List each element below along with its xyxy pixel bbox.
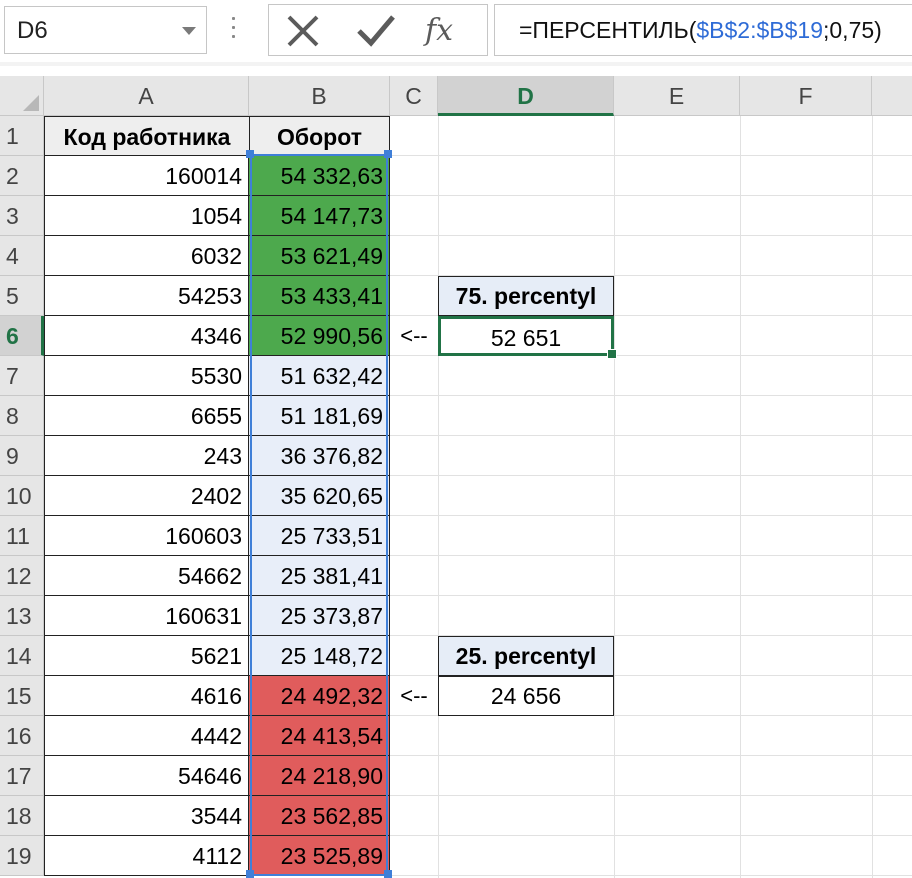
turnover-cell[interactable]: 25 733,51 xyxy=(249,516,390,556)
employee-code-cell[interactable]: 3544 xyxy=(44,796,249,836)
confirm-button[interactable] xyxy=(349,9,405,53)
row-header-14[interactable]: 14 xyxy=(0,636,44,676)
employee-code-cell[interactable]: 160631 xyxy=(44,596,249,636)
turnover-cell[interactable]: 53 433,41 xyxy=(249,276,390,316)
row-header-10[interactable]: 10 xyxy=(0,476,44,516)
p75-label-cell[interactable]: 75. percentyl xyxy=(438,276,614,316)
formula-buttons: fx xyxy=(268,4,488,56)
employee-code-cell[interactable]: 6655 xyxy=(44,396,249,436)
row-header-15[interactable]: 15 xyxy=(0,676,44,716)
turnover-cell[interactable]: 52 990,56 xyxy=(249,316,390,356)
row-header-6[interactable]: 6 xyxy=(0,316,44,356)
arrow-label: <-- xyxy=(400,323,428,348)
employee-code-cell[interactable]: 160603 xyxy=(44,516,249,556)
employee-code-cell[interactable]: 5621 xyxy=(44,636,249,676)
employee-code-cell[interactable]: 54646 xyxy=(44,756,249,796)
row-header-17[interactable]: 17 xyxy=(0,756,44,796)
turnover-cell[interactable]: 24 218,90 xyxy=(249,756,390,796)
range-resize-handle[interactable] xyxy=(246,150,254,158)
turnover-cell[interactable]: 54 332,63 xyxy=(249,156,390,196)
row-header-13[interactable]: 13 xyxy=(0,596,44,636)
column-header-f[interactable]: F xyxy=(740,76,872,116)
range-resize-handle[interactable] xyxy=(246,870,254,878)
employee-code-cell[interactable]: 54662 xyxy=(44,556,249,596)
turnover-cell[interactable]: 51 632,42 xyxy=(249,356,390,396)
formula-range-ref: $B$2:$B$19 xyxy=(696,17,823,43)
gridline xyxy=(614,116,615,878)
p25-value-cell[interactable]: 24 656 xyxy=(438,676,614,716)
turnover-cell[interactable]: 53 621,49 xyxy=(249,236,390,276)
turnover-cell[interactable]: 25 381,41 xyxy=(249,556,390,596)
drag-handle-icon[interactable] xyxy=(230,17,236,43)
gridline xyxy=(740,116,741,878)
turnover-cell[interactable]: 24 413,54 xyxy=(249,716,390,756)
employee-code-cell[interactable]: 4442 xyxy=(44,716,249,756)
fill-handle[interactable] xyxy=(607,349,617,359)
row-header-16[interactable]: 16 xyxy=(0,716,44,756)
row-header-3[interactable]: 3 xyxy=(0,196,44,236)
employee-code-cell[interactable]: 1054 xyxy=(44,196,249,236)
header-cell-employee-code[interactable]: Код работника xyxy=(44,116,250,156)
employee-code-cell[interactable]: 2402 xyxy=(44,476,249,516)
formula-bar-divider xyxy=(0,62,912,66)
employee-code-cell[interactable]: 160014 xyxy=(44,156,249,196)
row-header-5[interactable]: 5 xyxy=(0,276,44,316)
column-header-e[interactable]: E xyxy=(614,76,740,116)
turnover-cell[interactable]: 51 181,69 xyxy=(249,396,390,436)
chevron-down-icon[interactable] xyxy=(182,27,196,35)
column-header-g[interactable] xyxy=(872,76,912,116)
gridline xyxy=(438,116,439,878)
employee-code-cell[interactable]: 54253 xyxy=(44,276,249,316)
row-header-12[interactable]: 12 xyxy=(0,556,44,596)
row-header-19[interactable]: 19 xyxy=(0,836,44,876)
column-header-b[interactable]: B xyxy=(249,76,390,116)
name-box[interactable]: D6 xyxy=(4,6,207,54)
range-resize-handle[interactable] xyxy=(384,150,392,158)
header-cell-turnover[interactable]: Оборот xyxy=(249,116,390,156)
turnover-cell[interactable]: 23 525,89 xyxy=(249,836,390,876)
gridline xyxy=(872,116,873,878)
column-header-d[interactable]: D xyxy=(438,76,614,116)
turnover-cell[interactable]: 35 620,65 xyxy=(249,476,390,516)
arrow-label: <-- xyxy=(400,683,428,708)
employee-code-cell[interactable]: 4616 xyxy=(44,676,249,716)
turnover-cell[interactable]: 23 562,85 xyxy=(249,796,390,836)
row-header-8[interactable]: 8 xyxy=(0,396,44,436)
formula-prefix: =ПЕРСЕНТИЛЬ( xyxy=(519,17,697,43)
checkmark-icon xyxy=(357,15,395,47)
row-header-1[interactable]: 1 xyxy=(0,116,44,156)
employee-code-cell[interactable]: 243 xyxy=(44,436,249,476)
turnover-cell[interactable]: 36 376,82 xyxy=(249,436,390,476)
employee-code-cell[interactable]: 6032 xyxy=(44,236,249,276)
employee-code-cell[interactable]: 4112 xyxy=(44,836,249,876)
row-header-4[interactable]: 4 xyxy=(0,236,44,276)
employee-code-cell[interactable]: 5530 xyxy=(44,356,249,396)
select-all-corner[interactable] xyxy=(0,76,44,116)
cancel-button[interactable] xyxy=(277,9,333,53)
p75-value-cell[interactable]: 52 651 xyxy=(438,316,614,356)
row-header-9[interactable]: 9 xyxy=(0,436,44,476)
name-box-value: D6 xyxy=(17,17,48,44)
p25-label-cell[interactable]: 25. percentyl xyxy=(438,636,614,676)
turnover-cell[interactable]: 24 492,32 xyxy=(249,676,390,716)
turnover-cell[interactable]: 25 373,87 xyxy=(249,596,390,636)
range-resize-handle[interactable] xyxy=(384,870,392,878)
select-all-icon xyxy=(23,95,39,111)
fx-icon: fx xyxy=(425,13,454,48)
formula-text: =ПЕРСЕНТИЛЬ($B$2:$B$19;0,75) xyxy=(519,17,882,44)
row-header-11[interactable]: 11 xyxy=(0,516,44,556)
row-header-7[interactable]: 7 xyxy=(0,356,44,396)
close-x-icon xyxy=(287,15,319,47)
insert-function-button[interactable]: fx xyxy=(419,9,475,53)
formula-bar-area: D6 fx =ПЕРСЕНТИЛЬ($B$2:$B$19;0,75) xyxy=(0,0,912,66)
column-header-a[interactable]: A xyxy=(44,76,249,116)
turnover-cell[interactable]: 54 147,73 xyxy=(249,196,390,236)
formula-suffix: ;0,75) xyxy=(823,17,882,43)
row-header-2[interactable]: 2 xyxy=(0,156,44,196)
turnover-cell[interactable]: 25 148,72 xyxy=(249,636,390,676)
row-header-18[interactable]: 18 xyxy=(0,796,44,836)
column-header-c[interactable]: C xyxy=(390,76,438,116)
employee-code-cell[interactable]: 4346 xyxy=(44,316,249,356)
formula-input[interactable]: =ПЕРСЕНТИЛЬ($B$2:$B$19;0,75) xyxy=(494,4,912,56)
